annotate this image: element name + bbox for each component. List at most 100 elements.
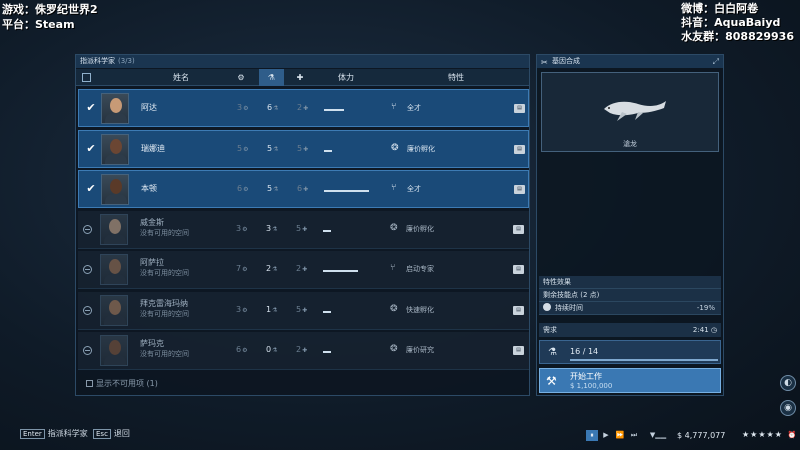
flask-icon[interactable]: ⚗ [259,69,284,86]
stream-overlay-right: 微博：白白阿卷 抖音：AquaBaiyd 水友群：808829936 [681,2,794,44]
stamina-bar [324,189,374,193]
plus-icon: ✚ [302,225,308,233]
info-card-icon[interactable]: ▤ [513,346,524,355]
scientist-name: 萨玛克 没有可用的空间 [140,339,189,359]
check-icon[interactable]: ✔ [85,183,97,195]
hint-enter[interactable]: Enter 指派科学家 [20,428,88,439]
scientist-name-text: 威金斯 [140,217,164,227]
checkbox-icon[interactable] [86,380,93,387]
check-icon[interactable]: ✔ [85,142,97,155]
info-card-icon[interactable]: ▤ [514,185,525,194]
stat-genetics-value: 5 [267,143,273,153]
egg-icon: ❂ [390,222,398,233]
stat-health: 2✚ [296,345,307,354]
requirement-progress: 16 / 14 [570,347,599,356]
fastest-button[interactable]: ⏭ [628,430,640,441]
requirements-label: 需求 [543,326,557,334]
stat-health: 2✚ [296,264,307,273]
scientist-name: 拜克雷海玛纳 没有可用的空间 [140,299,189,319]
start-work-button[interactable]: ⚒ 开始工作 $ 1,100,000 [539,368,721,393]
plus-icon: ✚ [303,186,309,193]
info-card-icon[interactable]: ▤ [513,224,524,234]
scientist-trait: 全才 [407,104,421,112]
scientist-row[interactable]: ✔ 瑞娜迪 5⚙ 5⚗ 5✚ ❂ 廉价孵化 ▤ [78,129,529,168]
flask-icon: ⚗ [272,306,278,314]
scientist-row[interactable]: 拜克雷海玛纳 没有可用的空间 3⚙ 1⚗ 5✚ ❂ 快速孵化 ▤ [78,291,529,330]
avatar [100,294,128,326]
hint-esc[interactable]: Esc 退回 [93,428,130,439]
gear-icon[interactable]: ⚙ [230,69,252,86]
stat-logistics: 6⚙ [237,184,248,193]
scientist-row[interactable]: ✔ 阿达 3⚙ 6⚗ 2✚ ⑂ 全才 ▤ [78,89,529,127]
requirements-header: 需求 2:41 ◷ [539,323,721,337]
scientist-row[interactable]: 萨玛克 没有可用的空间 6⚙ 0⚗ 2✚ ❂ 廉价研究 ▤ [78,332,529,370]
clock-icon: ◷ [710,326,717,334]
stat-health-value: 6 [297,184,303,193]
no-space-note: 没有可用的空间 [140,309,189,318]
plus-icon: ✚ [302,347,308,354]
esc-hint-label: 退回 [113,429,130,438]
stat-logistics-value: 6 [237,184,243,193]
avatar-head [109,340,121,355]
assign-scientists-panel: 指派科学家 (3/3) 姓名 ⚙ ⚗ ✚ 体力 特性 ✔ 阿达 3⚙ 6⚗ 2✚ ⑂ 全才 ▤ ✔… [75,54,530,396]
avatar [101,133,129,165]
duration-label: 持续时间 [555,304,583,312]
stat-health-value: 2 [296,264,302,273]
trait-effect-header: 特性效果 [539,276,721,289]
stamina-bar [323,350,373,354]
avatar-body [104,274,126,284]
stamina-fill [323,310,331,313]
requirements-time: 2:41 ◷ [693,323,717,337]
pause-button[interactable]: ⏸ [586,430,598,441]
stat-genetics: 0⚗ [266,345,277,354]
stat-logistics-value: 6 [236,345,242,354]
scientist-trait: 廉价孵化 [406,224,434,233]
plus-icon[interactable]: ✚ [290,69,310,86]
no-space-note: 没有可用的空间 [140,228,189,237]
stat-logistics-value: 3 [237,103,243,112]
genome-title: ✂ 基因合成 ⤢ [537,55,723,68]
avatar [100,335,128,366]
flask-icon: ⚗ [272,266,278,273]
start-work-label: 开始工作 [570,372,602,381]
play-button[interactable]: ▶ [600,430,612,441]
enter-hint-label: 指派科学家 [47,429,88,438]
gear-icon: ⚙ [243,186,249,193]
plus-icon: ✚ [303,145,309,153]
column-stamina[interactable]: 体力 [321,69,371,86]
expand-icon[interactable]: ⤢ [713,55,719,68]
stamina-bar [324,108,374,112]
info-card-icon[interactable]: ▤ [513,265,524,274]
scientist-row[interactable]: 威金斯 没有可用的空间 3⚙ 3⚗ 5✚ ❂ 廉价孵化 ▤ [78,210,529,249]
column-trait[interactable]: 特性 [416,69,496,86]
avatar-head [109,259,121,274]
info-card-icon[interactable]: ▤ [514,104,525,113]
check-icon[interactable]: ✔ [85,102,97,114]
scientist-row[interactable]: ✔ 本顿 6⚙ 5⚗ 6✚ ⑂ 全才 ▤ [78,170,529,208]
stat-health: 5✚ [296,305,307,314]
stat-health-value: 2 [296,345,302,354]
side-map-button[interactable]: ◉ [780,400,796,416]
scientist-name: 瑞娜迪 [141,143,165,154]
show-unavailable-toggle[interactable]: 显示不可用项 (1) [86,378,158,389]
column-name[interactable]: 姓名 [136,69,226,86]
gear-icon: ⚙ [242,306,248,314]
avatar-body [104,314,126,325]
select-all-icon[interactable] [82,73,91,82]
info-card-icon[interactable]: ▤ [514,144,525,154]
stat-logistics-value: 3 [236,304,242,314]
stat-genetics: 5⚗ [267,144,278,153]
side-menu-button[interactable]: ◐ [780,375,796,391]
stat-logistics-value: 3 [236,223,242,233]
fast-button[interactable]: ⏩ [614,430,626,441]
unavailable-icon [83,346,92,355]
alarm-icon[interactable]: ⏰ [786,430,798,441]
show-unavailable-label: 显示不可用项 (1) [96,379,158,388]
plus-icon: ✚ [303,105,309,112]
scientist-name: 威金斯 没有可用的空间 [140,218,189,238]
scientist-row[interactable]: 阿萨拉 没有可用的空间 7⚙ 2⚗ 2✚ ⑂ 启动专家 ▤ [78,251,529,289]
speed-slider[interactable]: ▼▁▁ [646,430,670,441]
plus-icon: ✚ [302,306,308,314]
info-card-icon[interactable]: ▤ [513,305,524,315]
time-value: 2:41 [692,326,709,334]
